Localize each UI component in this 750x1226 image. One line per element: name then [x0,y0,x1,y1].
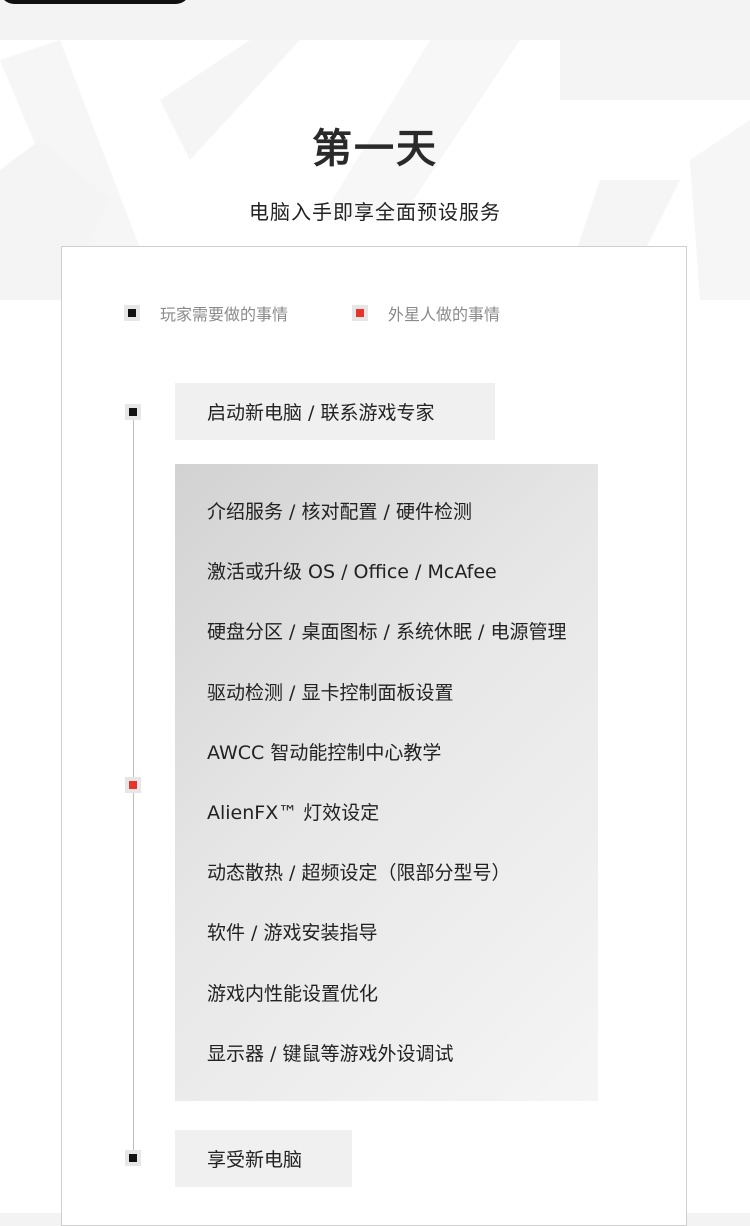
legend-player: 玩家需要做的事情 [124,303,289,324]
legend-alien-label: 外星人做的事情 [388,305,501,324]
service-step: 激活或升级 OS / Office / McAfee [207,561,497,584]
timeline-end-marker-icon [125,1150,141,1166]
timeline-start-marker-icon [125,404,141,420]
service-step: 介绍服务 / 核对配置 / 硬件检测 [207,501,472,523]
timeline-end-step: 享受新电脑 [175,1130,352,1187]
timeline-start-label: 启动新电脑 / 联系游戏专家 [207,402,435,424]
alien-marker-icon [352,305,368,321]
timeline-alien-marker-icon [125,777,141,793]
service-step: 驱动检测 / 显卡控制面板设置 [207,681,454,704]
alien-service-steps: 介绍服务 / 核对配置 / 硬件检测 激活或升级 OS / Office / M… [175,464,598,1101]
legend-alien: 外星人做的事情 [352,303,501,324]
timeline-start-step: 启动新电脑 / 联系游戏专家 [175,383,495,440]
player-marker-icon [124,305,140,321]
page-subtitle: 电脑入手即享全面预设服务 [249,200,501,224]
service-step: 游戏内性能设置优化 [207,982,379,1005]
service-step: 软件 / 游戏安装指导 [207,922,378,945]
service-step: 动态散热 / 超频设定（限部分型号） [207,862,511,885]
service-step: 显示器 / 键鼠等游戏外设调试 [207,1042,454,1065]
timeline-end-label: 享受新电脑 [207,1149,303,1171]
service-step: AlienFX™ 灯效设定 [207,801,380,824]
service-step: AWCC 智动能控制中心教学 [207,741,442,764]
legend-player-label: 玩家需要做的事情 [160,305,289,324]
page-title: 第一天 [312,126,438,172]
service-step: 硬盘分区 / 桌面图标 / 系统休眠 / 电源管理 [207,621,567,644]
top-nav-pill [0,0,190,4]
